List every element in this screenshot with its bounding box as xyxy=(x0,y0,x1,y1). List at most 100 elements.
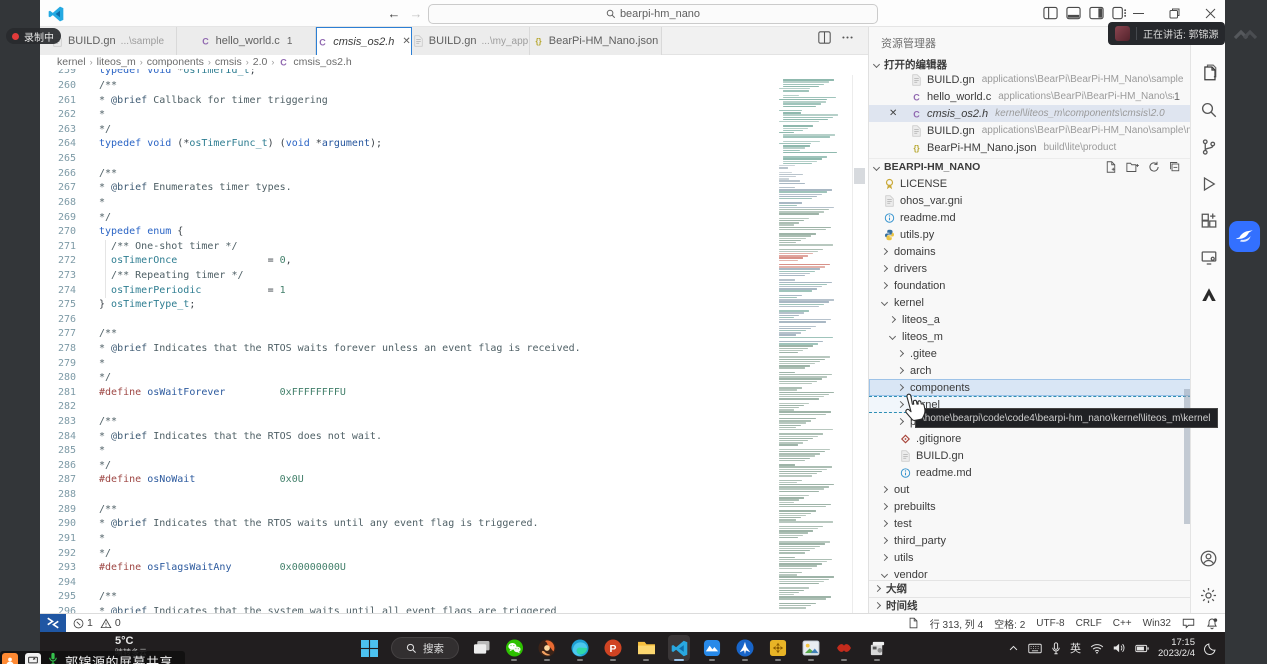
tray-microphone-icon[interactable] xyxy=(1051,642,1061,655)
tree-item-out[interactable]: out xyxy=(869,481,1191,498)
breadcrumb-item[interactable]: liteos_m xyxy=(97,56,136,68)
taskbar-app-arrows[interactable] xyxy=(767,635,789,661)
breadcrumb[interactable]: kernel›liteos_m›components›cmsis›2.0›Ccm… xyxy=(40,55,868,69)
meeting-toolbar-fold[interactable] xyxy=(1228,24,1262,44)
tree-item-arch[interactable]: arch xyxy=(869,362,1191,379)
activity-run-debug[interactable] xyxy=(1191,166,1226,201)
tree-item-ohos_var.gni[interactable]: ohos_var.gni xyxy=(869,192,1191,209)
tab-BUILD.gn[interactable]: BUILD.gn...\sample xyxy=(40,27,177,55)
ime-indicator[interactable]: 英 xyxy=(1070,640,1081,656)
breadcrumb-item[interactable]: components xyxy=(147,56,204,68)
tree-item-domains[interactable]: domains xyxy=(869,243,1191,260)
status-line-col[interactable]: 行 313, 列 4 xyxy=(930,616,983,631)
code-line-274[interactable]: 274 osTimerPeriodic = 1 xyxy=(40,284,777,299)
status-eol[interactable]: CRLF xyxy=(1076,618,1102,629)
tree-item-kernel[interactable]: kernel xyxy=(869,294,1191,311)
code-line-280[interactable]: 280*/ xyxy=(40,371,777,386)
code-line-291[interactable]: 291* xyxy=(40,532,777,547)
open-editor-BUILD.gn[interactable]: BUILD.gnapplications\BearPi\BearPi-HM_Na… xyxy=(869,71,1191,88)
code-line-282[interactable]: 282 xyxy=(40,400,777,415)
tray-chevron-up-icon[interactable] xyxy=(1008,643,1019,654)
code-line-289[interactable]: 289/** xyxy=(40,503,777,518)
toggle-sidebar-right-icon[interactable] xyxy=(1089,6,1104,20)
tree-item-prebuilts[interactable]: prebuilts xyxy=(869,498,1191,515)
settings-gear-icon[interactable] xyxy=(1191,578,1226,613)
code-line-272[interactable]: 272 osTimerOnce = 0, xyxy=(40,254,777,269)
tree-item-test[interactable]: test xyxy=(869,515,1191,532)
code-line-278[interactable]: 278* @brief Indicates that the RTOS wait… xyxy=(40,342,777,357)
meeting-app-badge[interactable] xyxy=(1228,220,1261,253)
code-line-283[interactable]: 283/** xyxy=(40,415,777,430)
tree-item-liteos_m[interactable]: liteos_m xyxy=(869,328,1191,345)
start-button[interactable] xyxy=(358,635,380,661)
battery-icon[interactable] xyxy=(1135,643,1149,654)
code-line-292[interactable]: 292*/ xyxy=(40,547,777,562)
taskbar-app-edge[interactable] xyxy=(569,635,591,661)
toggle-panel-icon[interactable] xyxy=(1066,6,1081,20)
more-actions-icon[interactable] xyxy=(841,31,854,44)
close-tab-icon[interactable]: ✕ xyxy=(402,36,410,47)
taskbar-search[interactable]: 搜索 xyxy=(391,637,459,659)
tree-item-liteos_a[interactable]: liteos_a xyxy=(869,311,1191,328)
tab-BearPi-HM_Nano.json[interactable]: {}BearPi-HM_Nano.json xyxy=(530,27,662,55)
activity-remote-explorer[interactable] xyxy=(1191,240,1226,275)
tree-item-.gitee[interactable]: .gitee xyxy=(869,345,1191,362)
nav-back-button[interactable]: ← xyxy=(385,5,403,23)
tab-hello_world.c[interactable]: Chello_world.c1 xyxy=(177,27,316,55)
nav-forward-button[interactable]: → xyxy=(407,5,425,23)
toggle-sidebar-left-icon[interactable] xyxy=(1043,6,1058,20)
code-line-263[interactable]: 263*/ xyxy=(40,123,777,138)
breadcrumb-file[interactable]: Ccmsis_os2.h xyxy=(278,56,351,68)
code-line-293[interactable]: 293#define osFlagsWaitAny 0x00000000U xyxy=(40,561,777,576)
code-line-266[interactable]: 266/** xyxy=(40,167,777,182)
volume-icon[interactable] xyxy=(1113,642,1126,654)
code-line-281[interactable]: 281#define osWaitForever 0xFFFFFFFFU xyxy=(40,386,777,401)
wifi-icon[interactable] xyxy=(1090,643,1104,654)
taskbar-app-vscode[interactable] xyxy=(668,635,690,661)
tree-item-utils.py[interactable]: utils.py xyxy=(869,226,1191,243)
tree-item-readme.md[interactable]: readme.md xyxy=(869,464,1191,481)
outline-section[interactable]: 大纲 xyxy=(869,580,1191,597)
code-line-275[interactable]: 275} osTimerType_t; xyxy=(40,298,777,313)
code-line-273[interactable]: 273 /** Repeating timer */ xyxy=(40,269,777,284)
notifications-bell-icon[interactable] xyxy=(1206,617,1218,630)
command-center-search[interactable]: bearpi-hm_nano xyxy=(428,4,878,24)
open-editor-BUILD.gn[interactable]: BUILD.gnapplications\BearPi\BearPi-HM_Na… xyxy=(869,122,1191,139)
code-line-269[interactable]: 269*/ xyxy=(40,211,777,226)
open-editor-cmsis_os2.h[interactable]: ✕Ccmsis_os2.hkernel\liteos_m\components\… xyxy=(869,105,1191,122)
breadcrumb-item[interactable]: kernel xyxy=(57,56,86,68)
problems-status[interactable]: 1 0 xyxy=(73,614,121,632)
close-icon[interactable]: ✕ xyxy=(889,108,897,119)
code-line-294[interactable]: 294 xyxy=(40,576,777,591)
tree-item-LICENSE[interactable]: LICENSE xyxy=(869,175,1191,192)
tree-item-foundation[interactable]: foundation xyxy=(869,277,1191,294)
status-platform[interactable]: Win32 xyxy=(1143,618,1171,629)
feedback-icon[interactable] xyxy=(1182,617,1195,629)
code-line-265[interactable]: 265 xyxy=(40,152,777,167)
refresh-icon[interactable] xyxy=(1148,161,1160,173)
code-editor[interactable]: 259typedef void *osTimerId_t;260/**261* … xyxy=(40,69,777,613)
code-line-285[interactable]: 285* xyxy=(40,444,777,459)
code-line-268[interactable]: 268* xyxy=(40,196,777,211)
moon-focus-icon[interactable] xyxy=(1204,642,1217,655)
taskbar-file-explorer[interactable] xyxy=(635,635,657,661)
code-line-288[interactable]: 288 xyxy=(40,488,777,503)
activity-custom-tool[interactable] xyxy=(1191,277,1226,312)
code-line-259[interactable]: 259typedef void *osTimerId_t; xyxy=(40,69,777,79)
open-editor-BearPi-HM_Nano.json[interactable]: {}BearPi-HM_Nano.jsonbuild\lite\product xyxy=(869,139,1191,156)
taskbar-app-red[interactable] xyxy=(833,635,855,661)
taskbar-clock[interactable]: 17:15 2023/2/4 xyxy=(1158,637,1195,659)
code-line-284[interactable]: 284* @brief Indicates that the RTOS does… xyxy=(40,430,777,445)
tree-item-readme.md[interactable]: readme.md xyxy=(869,209,1191,226)
status-encoding[interactable]: UTF-8 xyxy=(1036,618,1064,629)
code-line-279[interactable]: 279* xyxy=(40,357,777,372)
taskbar-app-blue[interactable] xyxy=(701,635,723,661)
code-line-295[interactable]: 295/** xyxy=(40,590,777,605)
remote-indicator[interactable] xyxy=(40,614,66,632)
activity-explorer[interactable] xyxy=(1191,55,1226,90)
breadcrumb-item[interactable]: cmsis xyxy=(215,56,242,68)
breadcrumb-item[interactable]: 2.0 xyxy=(253,56,268,68)
code-line-271[interactable]: 271 /** One-shot timer */ xyxy=(40,240,777,255)
activity-extensions[interactable] xyxy=(1191,203,1226,238)
tab-BUILD.gn[interactable]: BUILD.gn...\my_app xyxy=(412,27,530,55)
